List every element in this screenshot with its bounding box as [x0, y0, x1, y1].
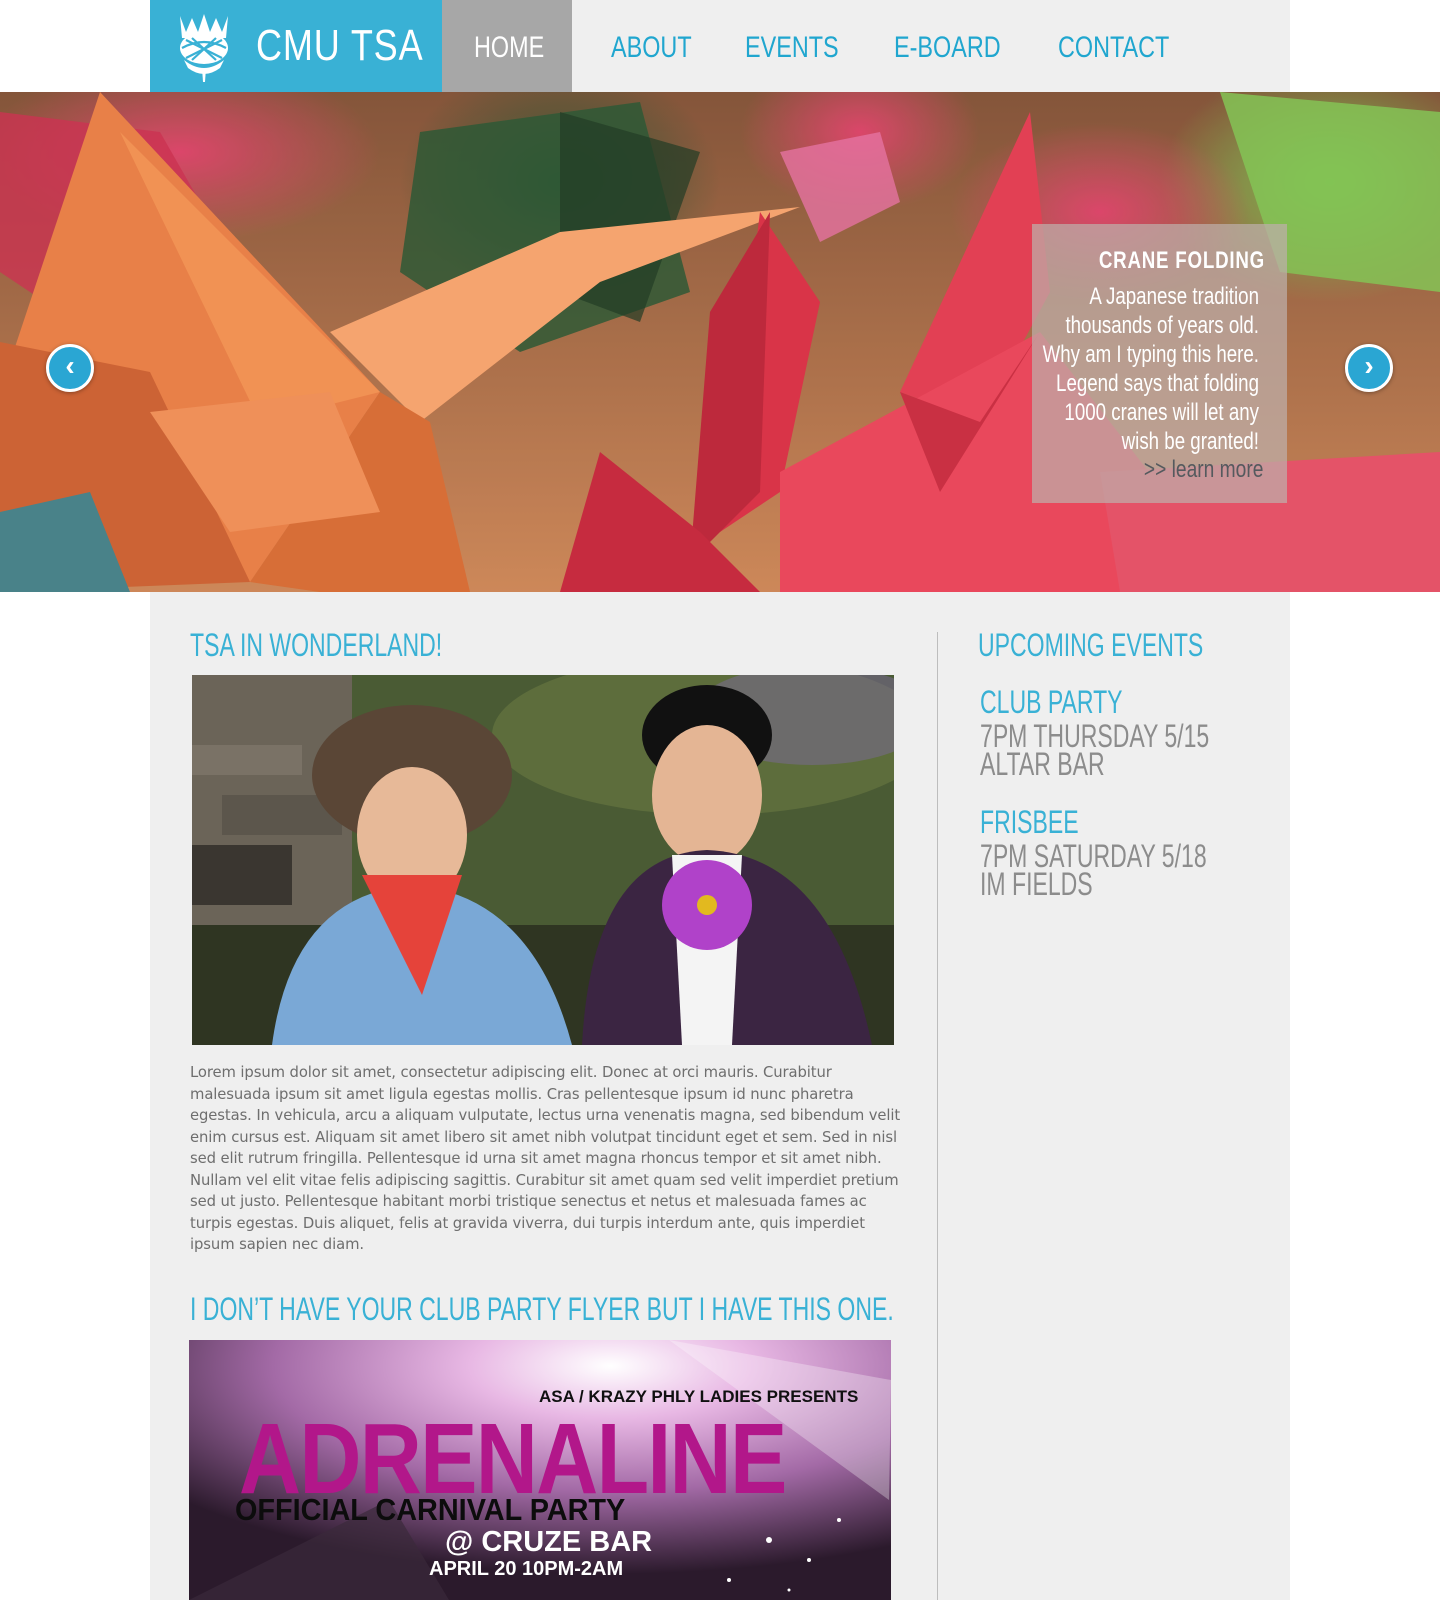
- slider-prev-button[interactable]: ‹: [46, 344, 94, 392]
- two-students-photo: [192, 675, 894, 1045]
- nav-eboard-label: E-BOARD: [894, 31, 1001, 64]
- chevron-right-icon: ›: [1364, 350, 1374, 381]
- thistle-logo-icon: [180, 14, 228, 82]
- nav-events-label: EVENTS: [745, 31, 839, 64]
- nav-about-label: ABOUT: [611, 31, 692, 64]
- slider-next-button[interactable]: ›: [1345, 344, 1393, 392]
- event-place: ALTAR BAR: [980, 746, 1105, 782]
- site-header: CMU TSA HOME ABOUT EVENTS E-BOARD CONTAC…: [150, 0, 1290, 92]
- flyer-date: APRIL 20 10PM-2AM: [429, 1558, 624, 1580]
- event-name[interactable]: FRISBEE: [980, 806, 1079, 838]
- post-title[interactable]: TSA IN WONDERLAND!: [190, 626, 442, 664]
- event-place: IM FIELDS: [980, 866, 1093, 902]
- nav-contact[interactable]: CONTACT: [1058, 0, 1201, 92]
- flyer-venue: @ CRUZE BAR: [445, 1526, 653, 1558]
- party-flyer: ASA / KRAZY PHLY LADIES PRESENTS ADRENAL…: [189, 1340, 891, 1600]
- slide-caption-title: CRANE FOLDING: [1098, 247, 1265, 274]
- site-title: CMU TSA: [256, 21, 424, 70]
- post-title-2[interactable]: I DON’T HAVE YOUR CLUB PARTY FLYER BUT I…: [190, 1290, 894, 1328]
- chevron-left-icon: ‹: [65, 350, 75, 381]
- sidebar-title: UPCOMING EVENTS: [978, 627, 1204, 663]
- slide-caption: CRANE FOLDING A Japanese tradition thous…: [1032, 224, 1287, 503]
- nav-home-label: HOME: [474, 31, 545, 64]
- main-content: TSA IN WONDERLAND! Lorem ipsum dolor sit: [150, 592, 1290, 1600]
- nav-eboard[interactable]: E-BOARD: [894, 0, 1031, 92]
- column-divider: [937, 632, 938, 1600]
- post-photo: [192, 675, 894, 1045]
- hero-slider: ‹ › CRANE FOLDING A Japanese tradition t…: [0, 92, 1440, 592]
- nav-events[interactable]: EVENTS: [745, 0, 865, 92]
- flyer-subhead: OFFICIAL CARNIVAL PARTY: [235, 1492, 626, 1527]
- nav-contact-label: CONTACT: [1058, 31, 1170, 64]
- nav-home[interactable]: HOME: [442, 0, 572, 92]
- site-logo[interactable]: CMU TSA: [150, 0, 442, 92]
- event-name[interactable]: CLUB PARTY: [980, 686, 1123, 718]
- slide-caption-body: A Japanese tradition thousands of years …: [1042, 283, 1259, 455]
- nav-about[interactable]: ABOUT: [611, 0, 714, 92]
- learn-more-link[interactable]: >> learn more: [1143, 456, 1263, 484]
- post-body: Lorem ipsum dolor sit amet, consectetur …: [190, 1064, 901, 1253]
